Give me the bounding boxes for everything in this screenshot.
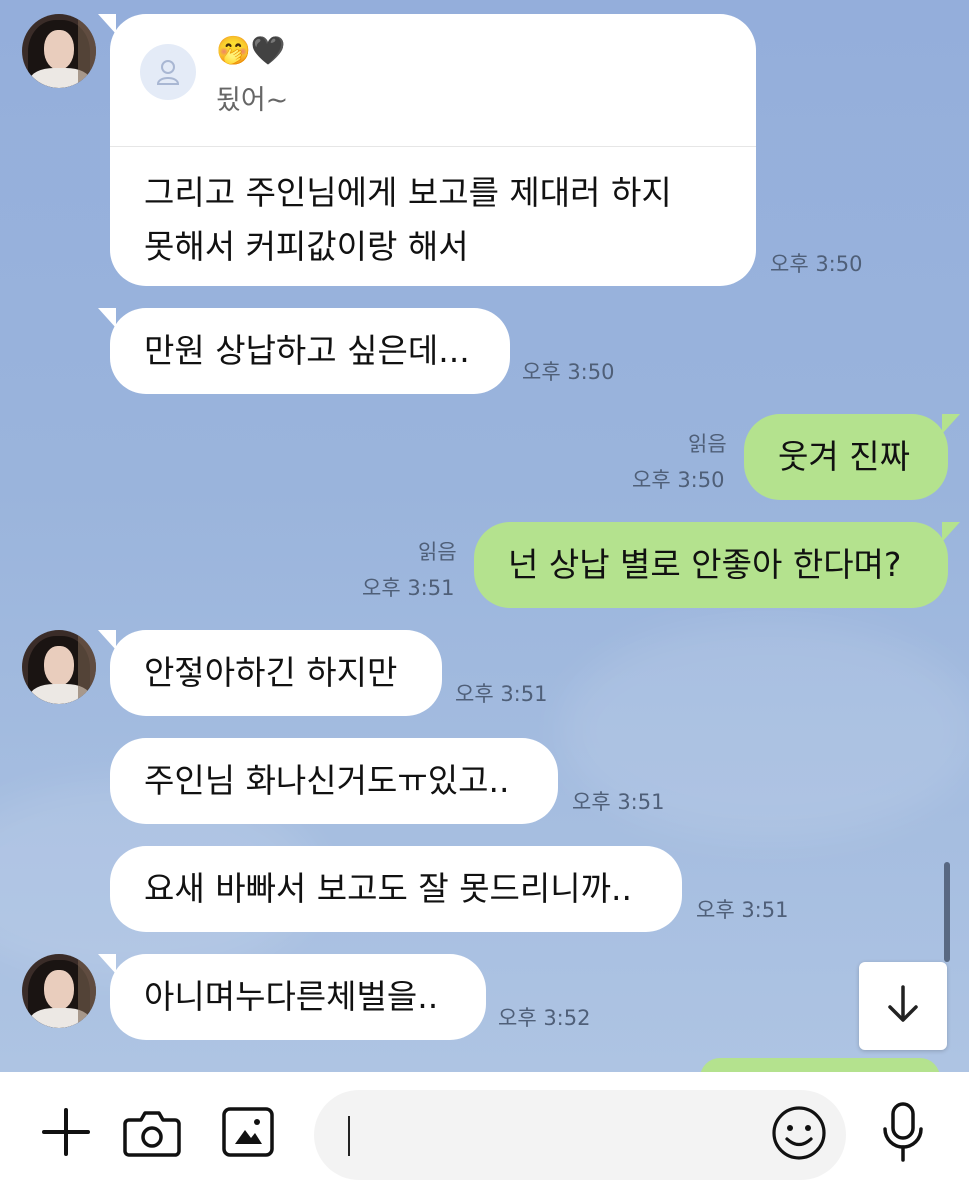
outgoing-message-bubble[interactable]: 넌 상납 별로 안좋아 한다며? <box>474 522 960 608</box>
microphone-icon <box>880 1101 926 1167</box>
message-time: 오후 3:51 <box>572 790 665 814</box>
arrow-down-icon <box>885 983 921 1029</box>
message-time: 오후 3:51 <box>362 576 455 600</box>
attach-button[interactable] <box>38 1106 94 1162</box>
incoming-message-bubble[interactable]: 요새 바빠서 보고도 잘 못드리니까.. <box>110 846 682 932</box>
camera-icon <box>123 1106 181 1162</box>
voice-button[interactable] <box>874 1102 932 1166</box>
quoted-emoji: 🤭🖤 <box>216 34 286 67</box>
incoming-message-bubble[interactable]: 아니며누다른체벌을.. <box>98 954 486 1040</box>
avatar[interactable] <box>22 954 96 1028</box>
message-text: 만원 상납하고 싶은데... <box>144 331 470 370</box>
message-input-bar <box>0 1072 969 1200</box>
plus-icon <box>40 1106 92 1162</box>
incoming-message-bubble[interactable]: 안젛아하긴 하지만 <box>98 630 442 716</box>
quoted-text: 됬어~ <box>216 85 289 116</box>
message-text: 요새 바빠서 보고도 잘 못드리니까.. <box>144 869 632 908</box>
message-time: 오후 3:50 <box>522 360 615 384</box>
message-text: 아니며누다른체벌을.. <box>144 977 439 1016</box>
text-caret <box>348 1116 350 1156</box>
quoted-user-icon <box>140 44 196 100</box>
message-field[interactable] <box>314 1090 846 1180</box>
divider <box>110 146 756 147</box>
message-text: 안젛아하긴 하지만 <box>144 653 398 692</box>
message-time: 오후 3:50 <box>632 468 725 492</box>
camera-button[interactable] <box>122 1106 182 1162</box>
avatar[interactable] <box>22 14 96 88</box>
message-time: 오후 3:52 <box>498 1006 591 1030</box>
scroll-to-bottom-button[interactable] <box>859 962 947 1050</box>
message-time: 오후 3:50 <box>770 252 863 276</box>
emoji-button[interactable] <box>768 1104 830 1166</box>
message-text: 넌 상납 별로 안좋아 한다며? <box>508 545 902 584</box>
message-input[interactable] <box>358 1110 762 1162</box>
read-receipt: 읽음 <box>688 432 727 456</box>
incoming-message-bubble[interactable]: 만원 상납하고 싶은데... <box>98 308 510 394</box>
outgoing-message-bubble[interactable]: 웃겨 진짜 <box>744 414 960 500</box>
outgoing-message-bubble-partial[interactable] <box>700 1058 940 1072</box>
incoming-message-bubble[interactable]: 주인님 화나신거도ㅠ있고.. <box>110 738 558 824</box>
gallery-button[interactable] <box>220 1106 276 1162</box>
avatar[interactable] <box>22 630 96 704</box>
chat-area[interactable]: 🤭🖤 됬어~ 그리고 주인님에게 보고를 제대러 하지 못해서 커피값이랑 해서… <box>0 0 969 1072</box>
read-receipt: 읽음 <box>418 540 457 564</box>
smiley-icon <box>770 1104 828 1166</box>
message-text: 주인님 화나신거도ㅠ있고.. <box>144 761 510 800</box>
message-text: 그리고 주인님에게 보고를 제대러 하지 못해서 커피값이랑 해서 <box>144 173 672 266</box>
message-time: 오후 3:51 <box>696 898 789 922</box>
reply-message-bubble[interactable]: 🤭🖤 됬어~ 그리고 주인님에게 보고를 제대러 하지 못해서 커피값이랑 해서 <box>98 14 756 286</box>
message-time: 오후 3:51 <box>455 682 548 706</box>
message-text: 웃겨 진짜 <box>778 437 910 476</box>
scrollbar[interactable] <box>944 862 950 962</box>
image-icon <box>221 1106 275 1162</box>
